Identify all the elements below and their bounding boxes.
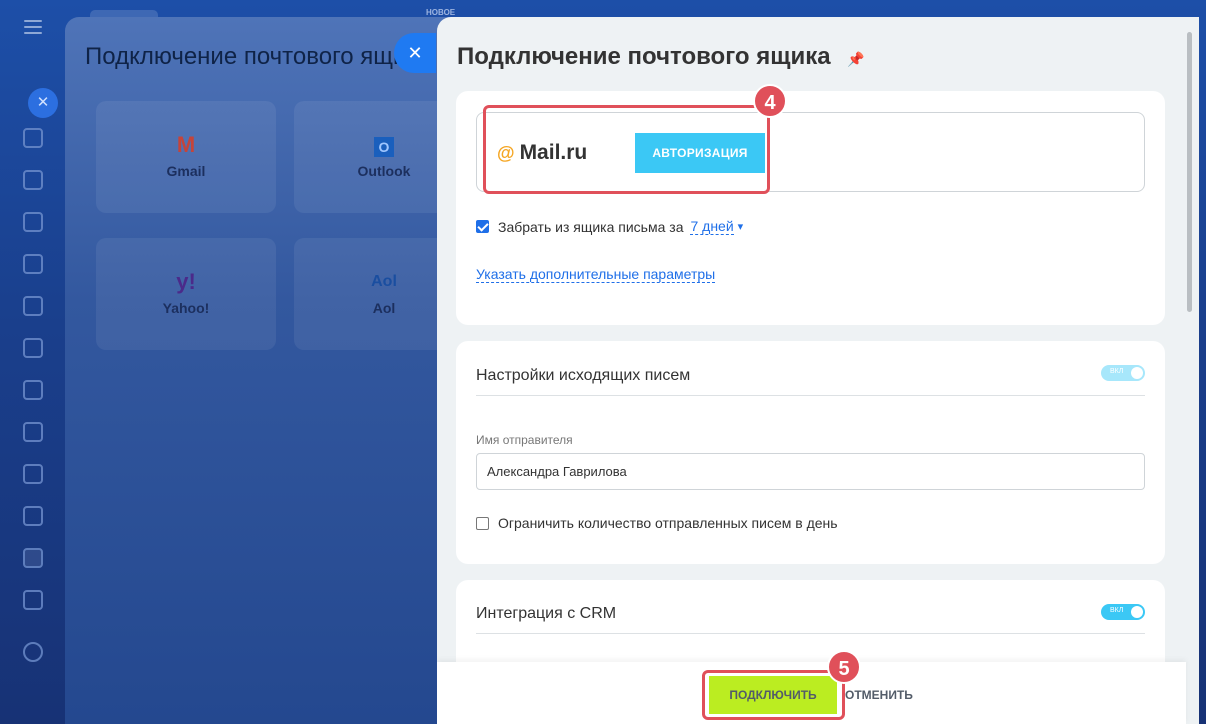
service-tile-gmail[interactable]: M Gmail (96, 101, 276, 213)
step-badge-4: 4 (753, 84, 787, 118)
close-slider-button[interactable]: ✕ (394, 33, 436, 73)
highlight-frame-step4 (483, 105, 770, 194)
service-name: Yahoo! (162, 300, 210, 316)
store-icon[interactable] (23, 380, 43, 400)
step-badge-5: 5 (827, 650, 861, 684)
menu-icon[interactable] (24, 20, 42, 34)
divider (476, 395, 1145, 396)
limit-label: Ограничить количество отправленных писем… (498, 515, 838, 531)
new-label: НОВОЕ (426, 8, 456, 17)
filter-icon[interactable] (23, 548, 43, 568)
outgoing-settings-card: Настройки исходящих писем ВКЛ Имя отправ… (456, 341, 1165, 564)
aol-icon: Aol (371, 273, 397, 290)
service-name: Gmail (166, 163, 206, 179)
crm-title: Интеграция с CRM (476, 605, 617, 622)
tasks-icon[interactable] (23, 506, 43, 526)
background-title: Подключение почтового ящика (85, 43, 431, 70)
advanced-settings-link[interactable]: Указать дополнительные параметры (476, 266, 716, 283)
crm-toggle[interactable]: ВКЛ (1101, 604, 1145, 620)
settings-icon[interactable] (23, 642, 43, 662)
gmail-icon: M (176, 132, 196, 157)
mail-icon[interactable] (23, 422, 43, 442)
chat-icon[interactable] (23, 128, 43, 148)
sender-name-label: Имя отправителя (476, 433, 573, 447)
background-slider: Подключение почтового ящика M Gmail O Ou… (65, 17, 485, 724)
scrollbar[interactable] (1187, 32, 1192, 312)
outlook-icon: O (374, 137, 394, 157)
documents-icon[interactable] (23, 296, 43, 316)
chevron-down-icon[interactable]: ▾ (738, 220, 744, 233)
service-tile-yahoo[interactable]: y! Yahoo! (96, 238, 276, 350)
sites-icon[interactable] (23, 338, 43, 358)
crm-icon[interactable] (23, 212, 43, 232)
highlight-frame-step5 (702, 670, 845, 720)
outgoing-toggle[interactable]: ВКЛ (1101, 365, 1145, 381)
toggle-label: ВКЛ (1110, 368, 1124, 375)
fetch-checkbox[interactable] (476, 220, 489, 233)
yahoo-icon: y! (176, 269, 196, 294)
sender-name-input[interactable] (476, 453, 1145, 490)
left-navigation-rail: ✕ (0, 0, 66, 724)
limit-row: Ограничить количество отправленных писем… (476, 515, 838, 531)
cancel-button[interactable]: ОТМЕНИТЬ (845, 688, 913, 702)
fetch-period-dropdown[interactable]: 7 дней (690, 218, 734, 235)
limit-checkbox[interactable] (476, 516, 489, 530)
close-icon[interactable]: ✕ (28, 88, 58, 118)
reports-icon[interactable] (23, 590, 43, 610)
contacts-icon[interactable] (23, 464, 43, 484)
pin-icon[interactable]: 📌 (847, 51, 864, 68)
divider (476, 633, 1145, 634)
outgoing-title: Настройки исходящих писем (476, 367, 691, 384)
feed-icon[interactable] (23, 170, 43, 190)
fetch-label: Забрать из ящика письма за (498, 218, 684, 235)
fetch-row: Забрать из ящика письма за 7 дней ▾ (476, 218, 743, 235)
calendar-icon[interactable] (23, 254, 43, 274)
toggle-label: ВКЛ (1110, 607, 1124, 614)
footer-bar: ПОДКЛЮЧИТЬ ОТМЕНИТЬ 5 (437, 650, 1186, 724)
page-title: Подключение почтового ящика (457, 43, 831, 70)
